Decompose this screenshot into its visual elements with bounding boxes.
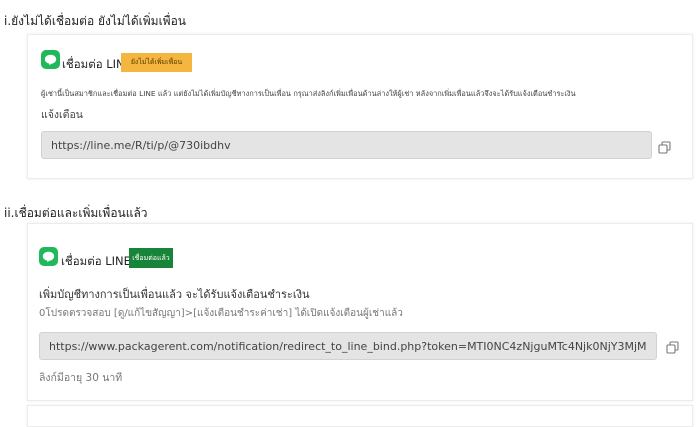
- copy-icon[interactable]: [666, 339, 679, 358]
- card-title: เชื่อมต่อ LINE: [61, 254, 131, 268]
- line-logo-icon: [41, 50, 60, 69]
- section2-heading: ii.เชื่อมต่อและเพิ่มเพื่อนแล้ว: [4, 206, 148, 220]
- url-field[interactable]: https://www.packagerent.com/notification…: [39, 332, 657, 360]
- line-logo-icon: [39, 247, 58, 266]
- link-expiry-note: ลิงก์มีอายุ 30 นาที: [39, 372, 123, 384]
- line-connect-card-not-friend: เชื่อมต่อ LINE ยังไม่ได้เพิ่มเพื่อน ผู้เ…: [27, 34, 693, 179]
- status-badge-not-friend: ยังไม่ได้เพิ่มเพื่อน: [121, 53, 192, 72]
- status-badge-connected: เชื่อมต่อแล้ว: [129, 248, 173, 268]
- description-line-2: แจ้งเตือน: [41, 109, 83, 121]
- next-card-edge: [27, 405, 693, 427]
- description-line-1: เพิ่มบัญชีทางการเป็นเพื่อนแล้ว จะได้รับแ…: [39, 288, 310, 301]
- line-connect-card-connected: เชื่อมต่อ LINE เชื่อมต่อแล้ว เพิ่มบัญชีท…: [27, 223, 693, 401]
- section1-heading: i.ยังไม่ได้เชื่อมต่อ ยังไม่ได้เพิ่มเพื่อ…: [4, 14, 186, 28]
- description-line-1: ผู้เช่านี้เป็นสมาชิกและเชื่อมต่อ LINE แล…: [41, 89, 576, 98]
- copy-icon[interactable]: [658, 139, 671, 158]
- url-field[interactable]: https://line.me/R/ti/p/@730ibdhv: [41, 131, 652, 159]
- description-line-2: 0โปรดตรวจสอบ [ดู/แก้ไขสัญญา]>[แจ้งเตือนช…: [39, 308, 403, 319]
